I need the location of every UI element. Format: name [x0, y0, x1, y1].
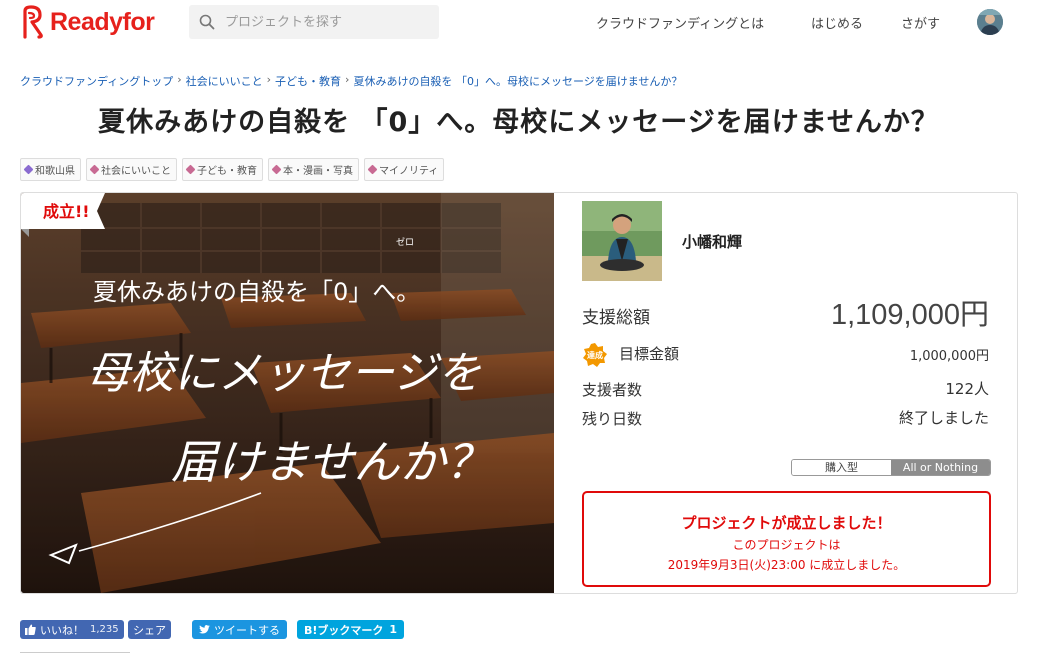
nav-start[interactable]: はじめる: [811, 13, 863, 32]
tag-social-good[interactable]: 社会にいいこと: [86, 158, 177, 181]
thumbs-up-icon: [25, 624, 36, 635]
logo-text: Readyfor: [50, 7, 155, 36]
total-label: 支援総額: [582, 308, 650, 328]
breadcrumb-item-children-education[interactable]: 子ども・教育: [275, 73, 341, 89]
search-icon: [199, 14, 215, 30]
success-title: プロジェクトが成立しました！: [681, 514, 892, 532]
tag-list: 和歌山県 社会にいいこと 子ども・教育 本・漫画・写真 マイノリティ: [20, 158, 445, 181]
tag-icon: [185, 164, 196, 175]
tag-label: マイノリティ: [379, 166, 439, 177]
facebook-like-count: 1,235: [90, 624, 119, 635]
goal-value: 1,000,000円: [909, 349, 989, 364]
tag-books-manga-photo[interactable]: 本・漫画・写真: [268, 158, 359, 181]
facebook-share-button[interactable]: シェア: [128, 620, 171, 639]
owner-photo-image: [582, 201, 662, 281]
tweet-label: ツイートする: [214, 623, 280, 637]
search-box[interactable]: [189, 5, 439, 39]
readyfor-logo[interactable]: Readyfor: [20, 4, 155, 40]
hero-line3: 届けませんか？: [171, 435, 492, 489]
backers-label: 支援者数: [582, 381, 643, 399]
hatena-bookmark-count: 1: [389, 623, 398, 636]
tag-label: 和歌山県: [35, 166, 75, 177]
success-subtitle: このプロジェクトは: [732, 538, 841, 552]
backers-value: 122人: [945, 380, 989, 398]
search-input[interactable]: [225, 14, 425, 30]
twitter-bird-icon: [199, 625, 210, 634]
breadcrumb-separator: ›: [266, 73, 272, 86]
success-badge-label: 成立!!: [43, 202, 90, 221]
site-header: Readyfor クラウドファンディングとは はじめる さがす: [0, 0, 1037, 44]
days-left-value: 終了しました: [898, 409, 989, 427]
tag-label: 本・漫画・写真: [283, 166, 353, 177]
classroom-illustration: 夏休みあけの自殺を「0」へ。 ゼロ 母校にメッセージを 届けませんか？: [21, 193, 554, 593]
tag-label: 社会にいいこと: [101, 166, 171, 177]
days-left-label: 残り日数: [582, 410, 643, 428]
breadcrumb-item-top[interactable]: クラウドファンディングトップ: [20, 73, 173, 89]
divider: [20, 652, 130, 653]
project-card: 夏休みあけの自殺を「0」へ。 ゼロ 母校にメッセージを 届けませんか？ 成立!!: [20, 192, 1018, 594]
success-date: 2019年9月3日(火)23:00 に成立しました。: [667, 558, 906, 572]
owner-photo[interactable]: [582, 201, 662, 281]
user-avatar[interactable]: [977, 9, 1003, 35]
achieved-badge-icon: 達成: [583, 343, 607, 367]
breadcrumb: クラウドファンディングトップ › 社会にいいこと › 子ども・教育 › 夏休みあ…: [20, 73, 682, 89]
tweet-button[interactable]: ツイートする: [192, 620, 287, 639]
facebook-like-button[interactable]: いいね！ 1,235: [20, 620, 124, 639]
project-hero-image: 夏休みあけの自殺を「0」へ。 ゼロ 母校にメッセージを 届けませんか？ 成立!!: [21, 193, 554, 593]
nav-about-crowdfunding[interactable]: クラウドファンディングとは: [596, 13, 764, 32]
breadcrumb-item-social-good[interactable]: 社会にいいこと: [186, 73, 263, 89]
breadcrumb-separator: ›: [345, 73, 350, 86]
facebook-share-label: シェア: [133, 623, 166, 637]
tag-icon: [367, 164, 378, 175]
facebook-like-label: いいね！: [40, 623, 84, 637]
project-title: 夏休みあけの自殺を 「0」へ。母校にメッセージを届けませんか？: [98, 107, 939, 138]
tag-minority[interactable]: マイノリティ: [364, 158, 445, 181]
tag-children-education[interactable]: 子ども・教育: [182, 158, 263, 181]
breadcrumb-item-project[interactable]: 夏休みあけの自殺を 「0」へ。母校にメッセージを届けませんか？: [353, 73, 682, 89]
nav-search[interactable]: さがす: [901, 13, 940, 32]
tag-icon: [271, 164, 282, 175]
readyfor-logo-icon: [23, 5, 43, 39]
hatena-bookmark-label: B!ブックマーク: [304, 623, 384, 637]
hero-line2: 母校にメッセージを: [86, 348, 481, 399]
avatar-image: [977, 9, 1003, 35]
funding-type-all-or-nothing: All or Nothing: [891, 460, 990, 475]
tag-icon: [89, 164, 100, 175]
owner-name[interactable]: 小幡和輝: [682, 231, 742, 252]
breadcrumb-separator: ›: [177, 73, 182, 86]
hatena-bookmark-button[interactable]: B!ブックマーク 1: [297, 620, 405, 639]
funding-type-toggle: 購入型 All or Nothing: [791, 459, 991, 476]
goal-label: 目標金額: [619, 345, 680, 363]
total-value: 1,109,000円: [830, 299, 989, 331]
achieved-badge-label: 達成: [587, 350, 603, 360]
success-badge: 成立!!: [21, 193, 105, 237]
success-notice: プロジェクトが成立しました！ このプロジェクトは 2019年9月3日(火)23:…: [582, 491, 991, 587]
tag-icon: [23, 164, 34, 175]
tag-wakayama[interactable]: 和歌山県: [20, 158, 81, 181]
tag-label: 子ども・教育: [197, 166, 257, 177]
hero-ruby: ゼロ: [396, 236, 414, 248]
hero-line1: 夏休みあけの自殺を「0」へ。: [93, 278, 420, 306]
funding-type-purchase: 購入型: [792, 460, 891, 475]
